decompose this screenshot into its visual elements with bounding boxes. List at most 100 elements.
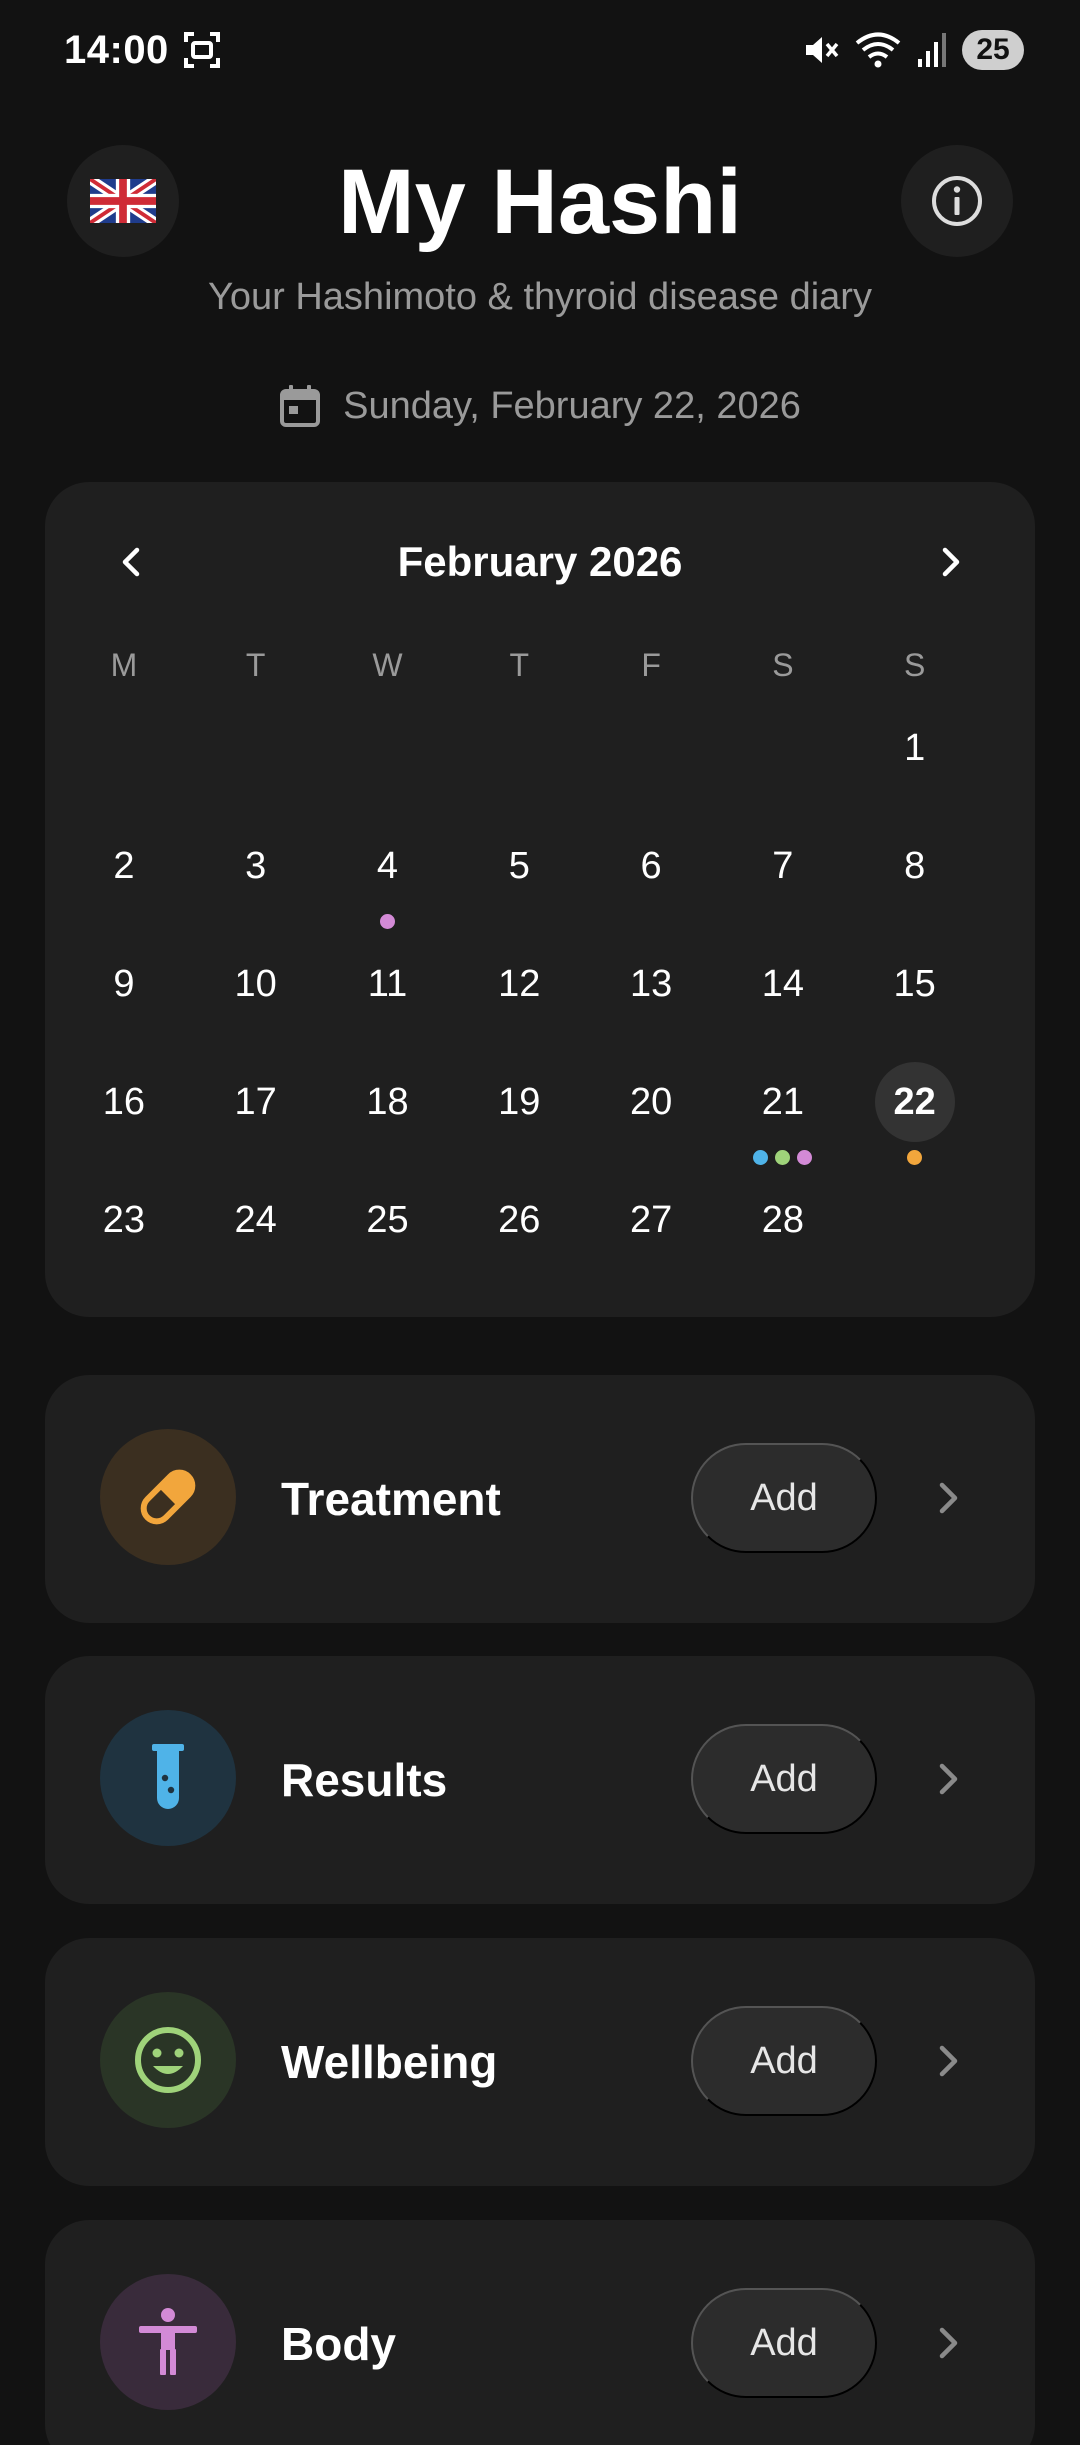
entry-dot: [753, 1150, 769, 1165]
calendar-day[interactable]: 4: [322, 822, 454, 940]
calendar-day-number: 14: [761, 962, 805, 1005]
category-label: Body: [281, 2318, 396, 2370]
calendar-month-label: February 2026: [397, 538, 683, 585]
pill-icon-glyph: [140, 1469, 196, 1525]
body-figure-icon: [100, 2274, 236, 2410]
category-card-wellbeing[interactable]: Wellbeing Add: [45, 1938, 1035, 2186]
entry-dot: [775, 1150, 791, 1165]
smiley-icon: [100, 1992, 236, 2128]
calendar-day[interactable]: 7: [717, 822, 849, 940]
category-label: Results: [281, 1754, 448, 1806]
smiley-icon-glyph: [135, 2027, 201, 2093]
status-time: 14:00: [64, 28, 169, 72]
calendar-day-number: 26: [498, 1198, 541, 1241]
calendar-week: 1: [58, 704, 981, 822]
calendar-day[interactable]: 20: [585, 1058, 717, 1176]
calendar-icon: [280, 385, 321, 427]
entry-indicators: [717, 1150, 849, 1165]
date-text: Sunday, February 22, 2026: [343, 384, 801, 427]
calendar-day[interactable]: 23: [58, 1176, 190, 1294]
calendar-day[interactable]: 14: [717, 940, 849, 1058]
body-figure-icon-glyph: [139, 2308, 197, 2375]
battery-indicator: 25: [962, 30, 1024, 70]
info-icon: [932, 176, 982, 226]
calendar-day-number: 3: [245, 844, 267, 887]
calendar-day-number: 9: [113, 962, 135, 1005]
test-tube-icon: [100, 1710, 236, 1846]
calendar-day-number: 24: [234, 1198, 277, 1241]
info-button[interactable]: [901, 145, 1013, 257]
add-wellbeing-button[interactable]: Add: [691, 2006, 877, 2116]
calendar-day-number: 11: [367, 962, 408, 1005]
calendar-day-number: 8: [904, 844, 926, 887]
calendar-day-number: [84, 708, 164, 788]
calendar-day[interactable]: 27: [585, 1176, 717, 1294]
current-date: Sunday, February 22, 2026: [0, 384, 1080, 428]
calendar-day-number: 4: [376, 844, 399, 887]
calendar-day[interactable]: 19: [453, 1058, 585, 1176]
calendar-day[interactable]: 9: [58, 940, 190, 1058]
calendar-day-empty: [849, 1176, 981, 1294]
calendar-day[interactable]: 28: [717, 1176, 849, 1294]
calendar-week: 9 10 11 12 13 14 15: [58, 940, 981, 1058]
pill-icon: [100, 1429, 236, 1565]
entry-indicators: [849, 1150, 981, 1165]
calendar-day-today[interactable]: 22: [849, 1058, 981, 1176]
calendar-day[interactable]: 5: [453, 822, 585, 940]
calendar-day-number: [743, 708, 823, 788]
calendar-day-number: 20: [629, 1080, 673, 1123]
wifi-icon: [855, 32, 901, 68]
next-month-button[interactable]: [915, 527, 985, 597]
category-card-body[interactable]: Body Add: [45, 2220, 1035, 2445]
calendar-day-number: 13: [629, 962, 673, 1005]
calendar-day[interactable]: 11: [322, 940, 454, 1058]
weekday-label: S: [772, 647, 794, 683]
calendar-week: 23 24 25 26 27 28: [58, 1176, 981, 1294]
entry-dot: [379, 914, 395, 929]
app-subtitle: Your Hashimoto & thyroid disease diary: [208, 276, 872, 318]
chevron-right-icon[interactable]: [925, 2320, 971, 2366]
chevron-right-icon[interactable]: [925, 1475, 971, 1521]
calendar-day[interactable]: 6: [585, 822, 717, 940]
calendar-day-number: 10: [234, 962, 277, 1005]
chevron-right-icon[interactable]: [925, 1756, 971, 1802]
calendar-day-number: 2: [113, 844, 135, 887]
calendar-day[interactable]: 26: [453, 1176, 585, 1294]
calendar-day-number: 1: [904, 726, 926, 769]
calendar-day[interactable]: 16: [58, 1058, 190, 1176]
calendar-day[interactable]: 15: [849, 940, 981, 1058]
calendar-day[interactable]: 2: [58, 822, 190, 940]
calendar-day[interactable]: 10: [190, 940, 322, 1058]
calendar-day-number: [611, 708, 691, 788]
calendar-day[interactable]: 21: [717, 1058, 849, 1176]
add-results-button[interactable]: Add: [691, 1724, 877, 1834]
chevron-right-icon[interactable]: [925, 2038, 971, 2084]
weekday-label: T: [245, 647, 266, 683]
calendar-day-number: 16: [102, 1080, 146, 1123]
calendar-day[interactable]: 3: [190, 822, 322, 940]
weekday-label: S: [904, 647, 926, 683]
calendar-day-number: 22: [874, 1062, 955, 1142]
calendar-day[interactable]: 8: [849, 822, 981, 940]
calendar-day[interactable]: 24: [190, 1176, 322, 1294]
category-label: Wellbeing: [281, 2036, 498, 2088]
calendar-day[interactable]: 25: [322, 1176, 454, 1294]
calendar-day-number: [347, 708, 427, 788]
calendar-day[interactable]: 18: [322, 1058, 454, 1176]
calendar-day[interactable]: 17: [190, 1058, 322, 1176]
calendar-day-empty: [322, 704, 454, 822]
calendar-week: 16 17 18 19 20 21 22: [58, 1058, 981, 1176]
calendar-day[interactable]: 12: [453, 940, 585, 1058]
calendar-day[interactable]: 1: [849, 704, 981, 822]
category-card-treatment[interactable]: Treatment Add: [45, 1375, 1035, 1623]
calendar-day[interactable]: 13: [585, 940, 717, 1058]
entry-dot: [797, 1150, 813, 1165]
add-body-button[interactable]: Add: [691, 2288, 877, 2398]
add-treatment-button[interactable]: Add: [691, 1443, 877, 1553]
weekday-label: T: [509, 647, 530, 683]
category-card-results[interactable]: Results Add: [45, 1656, 1035, 1904]
test-tube-icon-glyph: [152, 1744, 184, 1809]
entry-dot: [907, 1150, 923, 1165]
screen-record-icon: [184, 32, 220, 68]
calendar-card: February 2026 M T W T F S S 1 2 3 4 5 6 7 8 9 10 1…: [45, 482, 1035, 1317]
